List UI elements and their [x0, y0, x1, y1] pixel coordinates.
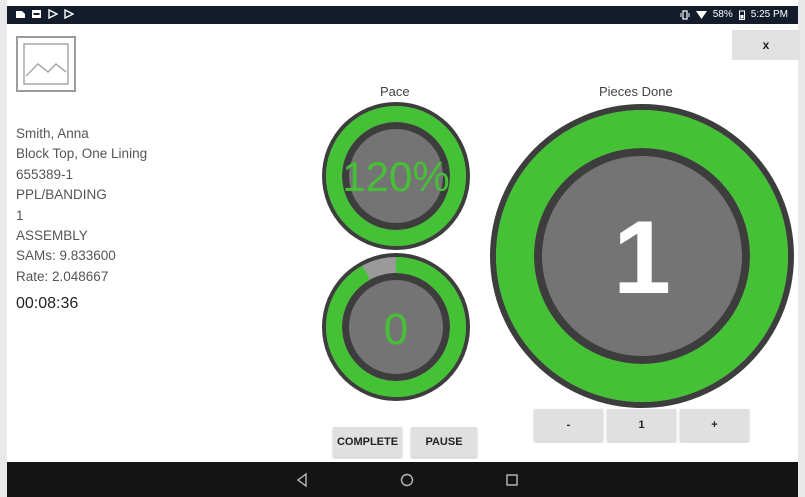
- rate-value: Rate: 2.048667: [16, 268, 109, 284]
- current-gauge: 0: [322, 253, 470, 401]
- battery-icon: [738, 10, 745, 20]
- decrement-button[interactable]: -: [534, 409, 603, 441]
- pace-value: 120%: [342, 153, 449, 200]
- pause-button[interactable]: PAUSE: [411, 427, 477, 457]
- operator-name: Smith, Anna: [16, 126, 89, 141]
- home-icon[interactable]: [398, 471, 416, 489]
- pieces-done-label: Pieces Done: [599, 84, 673, 99]
- battery-percent: 58%: [712, 9, 733, 20]
- play-store-icon: [48, 9, 58, 19]
- complete-button[interactable]: COMPLETE: [333, 427, 402, 457]
- close-button[interactable]: x: [732, 30, 800, 60]
- order-number: 655389-1: [16, 166, 74, 182]
- app-notification-icon: [16, 11, 25, 18]
- right-bezel: [798, 0, 805, 497]
- status-right: 58% 5:25 PM: [680, 9, 788, 20]
- counter-value: 1: [607, 409, 676, 441]
- style-name: Block Top, One Lining: [16, 146, 148, 162]
- recents-icon[interactable]: [503, 471, 521, 489]
- pieces-gauge: 1: [490, 104, 794, 408]
- left-bezel: [0, 0, 7, 497]
- clock: 5:25 PM: [750, 9, 788, 20]
- operator-info: Smith, Anna Block Top, One Lining 655389…: [16, 124, 147, 287]
- vibrate-icon: [680, 9, 690, 20]
- play-icon: [64, 9, 74, 19]
- status-bar: 58% 5:25 PM: [7, 6, 798, 24]
- status-left-icons: [15, 9, 74, 19]
- current-value: 0: [384, 305, 408, 354]
- pieces-value: 1: [613, 200, 671, 316]
- operation: ASSEMBLY: [16, 228, 88, 244]
- elapsed-timer: 00:08:36: [16, 295, 79, 312]
- image-notification-icon: [32, 10, 41, 18]
- app-screen: 58% 5:25 PM x Smith, Anna Block Top, One…: [0, 0, 805, 497]
- increment-button[interactable]: +: [680, 409, 749, 441]
- pace-gauge: 120%: [322, 102, 470, 250]
- back-icon[interactable]: [293, 471, 311, 489]
- pace-label: Pace: [380, 84, 410, 99]
- quantity: 1: [16, 207, 24, 223]
- category: PPL/BANDING: [16, 187, 107, 203]
- navigation-bar: [7, 462, 798, 497]
- image-placeholder-icon: [16, 36, 76, 92]
- sams-value: SAMs: 9.833600: [16, 248, 116, 264]
- wifi-icon: [695, 10, 707, 19]
